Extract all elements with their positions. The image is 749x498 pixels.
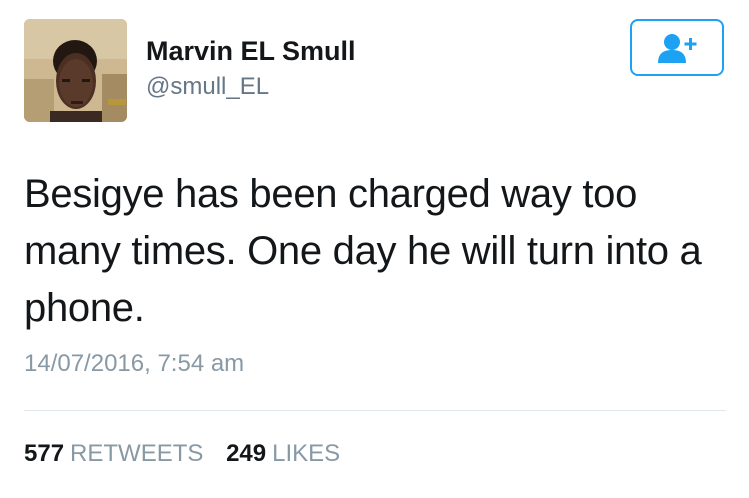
follow-button[interactable] <box>630 19 724 76</box>
retweets-count: 577 <box>24 440 65 467</box>
likes-label: LIKES <box>272 440 341 467</box>
tweet-card: Marvin EL Smull @smull_EL Besigye has be… <box>0 0 749 498</box>
retweets-stat[interactable]: 577 RETWEETS <box>24 440 203 468</box>
likes-stat[interactable]: 249 LIKES <box>226 440 340 468</box>
tweet-text: Besigye has been charged way too many ti… <box>24 172 702 330</box>
author-avatar[interactable] <box>24 19 127 122</box>
add-user-icon <box>658 33 697 63</box>
author-handle[interactable]: @smull_EL <box>146 73 269 101</box>
retweets-label: RETWEETS <box>70 440 204 467</box>
avatar-image <box>24 19 127 122</box>
tweet-stats: 577 RETWEETS 249 LIKES <box>24 440 356 468</box>
tweet-timestamp[interactable]: 14/07/2016, 7:54 am <box>24 350 244 378</box>
likes-count: 249 <box>226 440 267 467</box>
author-name[interactable]: Marvin EL Smull <box>146 36 356 67</box>
divider <box>24 410 726 411</box>
